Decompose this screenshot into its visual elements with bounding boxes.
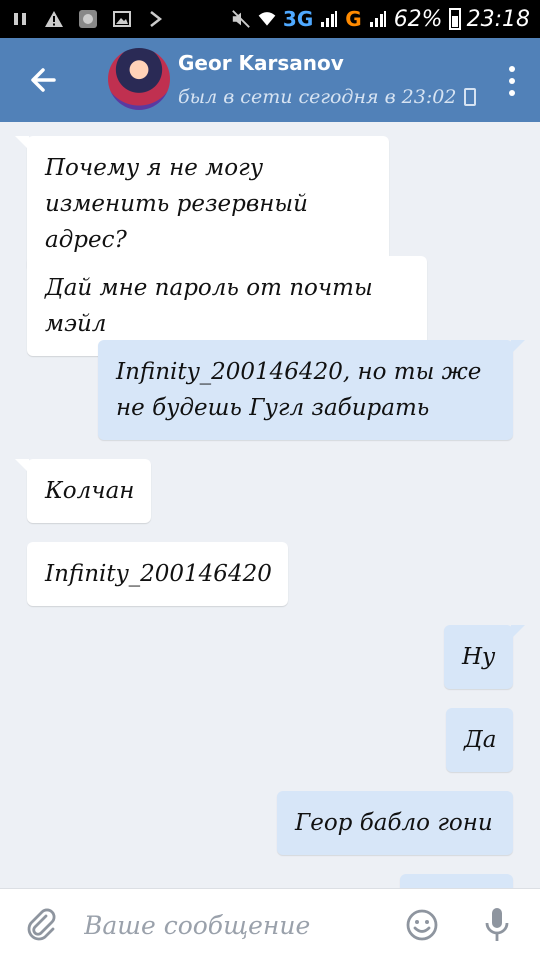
battery-percent: 62%: [393, 6, 443, 32]
message-bubble-outgoing[interactable]: Infinity_200146420, но ты же не будешь Г…: [98, 340, 525, 440]
image-icon: [112, 9, 132, 29]
last-seen-status: был в сети сегодня в 23:02: [178, 86, 477, 108]
wifi-icon: [257, 9, 277, 29]
download-icon: [146, 9, 166, 29]
chat-header: Geor Karsanov был в сети сегодня в 23:02: [0, 38, 540, 122]
avatar[interactable]: [108, 48, 170, 110]
message-list[interactable]: Почему я не могу изменить резервный адре…: [0, 122, 540, 888]
microphone-icon[interactable]: [482, 906, 512, 944]
message-composer: [0, 888, 540, 960]
clock: 23:18: [466, 6, 530, 32]
pause-icon: [10, 9, 30, 29]
message-input[interactable]: [84, 903, 384, 947]
app-notification-icon: [78, 9, 98, 29]
status-bar: 3G G 62% 23:18: [0, 0, 540, 38]
message-bubble-incoming[interactable]: Колчан: [15, 459, 151, 523]
last-seen-text: был в сети сегодня в 23:02: [178, 86, 457, 108]
paperclip-icon[interactable]: [24, 907, 60, 943]
message-bubble-outgoing[interactable]: Ну: [444, 625, 525, 689]
message-bubble-outgoing[interactable]: Да: [446, 708, 513, 772]
message-bubble-outgoing[interactable]: Геор бабло гони: [277, 791, 513, 855]
message-bubble-outgoing-partial[interactable]: [400, 874, 513, 888]
network-type-2: G: [345, 7, 362, 31]
signal-icon: [319, 9, 339, 29]
network-type-1: 3G: [282, 7, 314, 31]
mute-icon: [231, 9, 251, 29]
emoji-icon[interactable]: [405, 908, 439, 942]
signal-icon: [368, 9, 388, 29]
back-arrow-icon[interactable]: [26, 62, 62, 98]
battery-icon: [448, 8, 461, 30]
warning-icon: [44, 9, 64, 29]
message-bubble-incoming[interactable]: Infinity_200146420: [27, 542, 288, 606]
more-options-icon[interactable]: [508, 66, 516, 96]
message-bubble-incoming[interactable]: Почему я не могу изменить резервный адре…: [15, 136, 389, 272]
contact-name[interactable]: Geor Karsanov: [178, 51, 344, 75]
mobile-phone-icon: [464, 88, 477, 106]
